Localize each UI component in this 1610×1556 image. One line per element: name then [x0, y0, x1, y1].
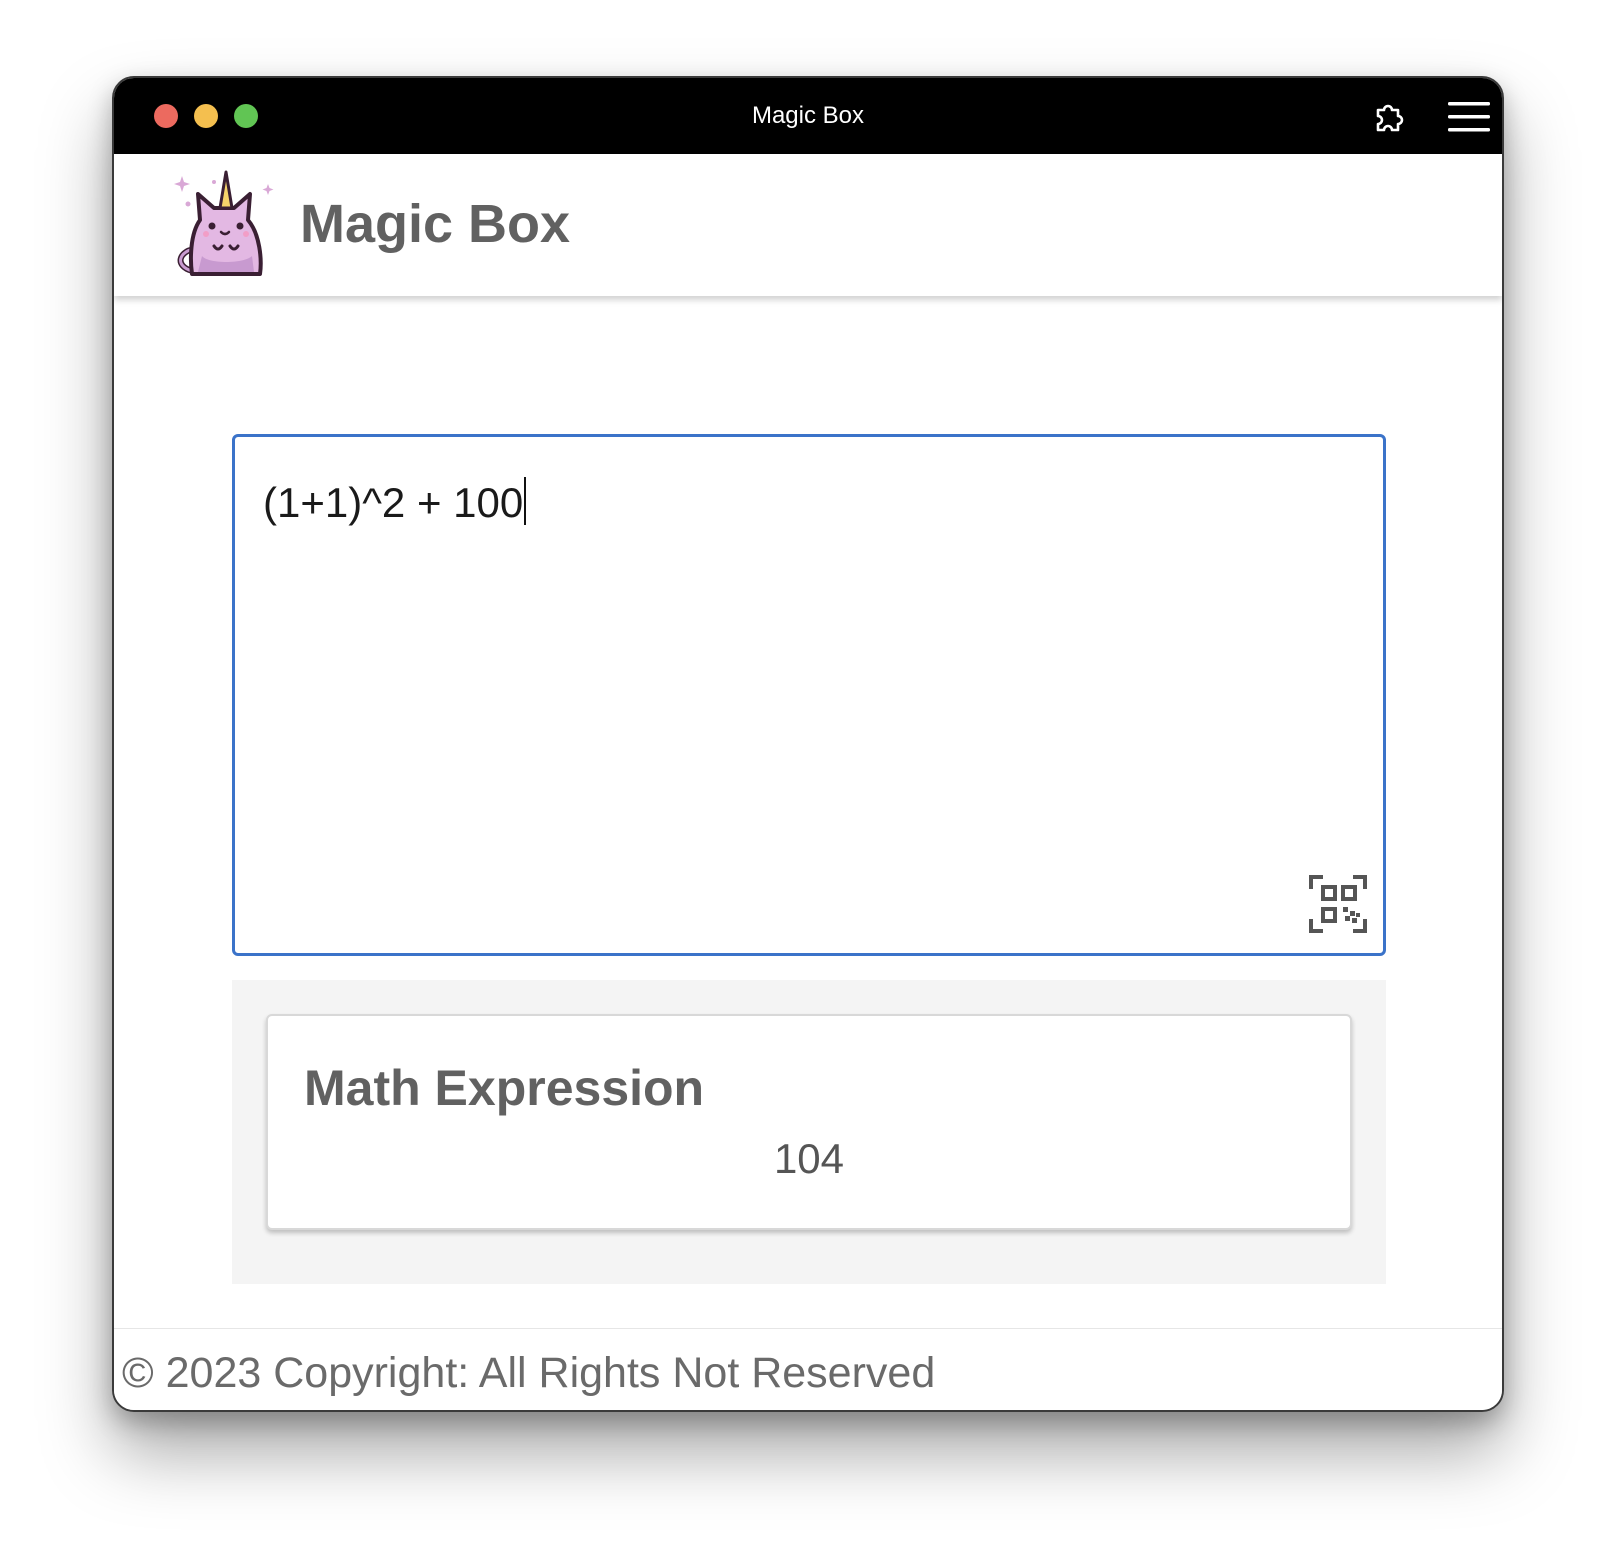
app-title: Magic Box	[300, 194, 571, 254]
app-window: Magic Box Magic Box (1+1)^2 + 100 Math E…	[112, 76, 1504, 1412]
expression-value[interactable]: (1+1)^2 + 100	[263, 479, 523, 526]
footer-copyright: © 2023 Copyright: All Rights Not Reserve…	[122, 1349, 936, 1397]
text-caret	[524, 477, 527, 525]
results-panel: Math Expression 104	[232, 980, 1386, 1284]
title-bar: Magic Box	[114, 78, 1502, 154]
expression-input[interactable]: (1+1)^2 + 100	[232, 434, 1386, 956]
app-header: Magic Box	[114, 154, 1502, 296]
footer: © 2023 Copyright: All Rights Not Reserve…	[114, 1328, 1502, 1410]
hamburger-menu-icon[interactable]	[1448, 100, 1490, 134]
result-card-title: Math Expression	[304, 1060, 705, 1116]
qr-code-scan-icon[interactable]	[1309, 875, 1367, 933]
result-card: Math Expression 104	[266, 1014, 1352, 1230]
result-card-value: 104	[773, 1135, 845, 1182]
unicorn-cat-logo	[174, 170, 274, 276]
extension-puzzle-icon[interactable]	[1370, 98, 1406, 134]
expression-text[interactable]: (1+1)^2 + 100	[263, 477, 527, 529]
window-title: Magic Box	[751, 102, 865, 129]
